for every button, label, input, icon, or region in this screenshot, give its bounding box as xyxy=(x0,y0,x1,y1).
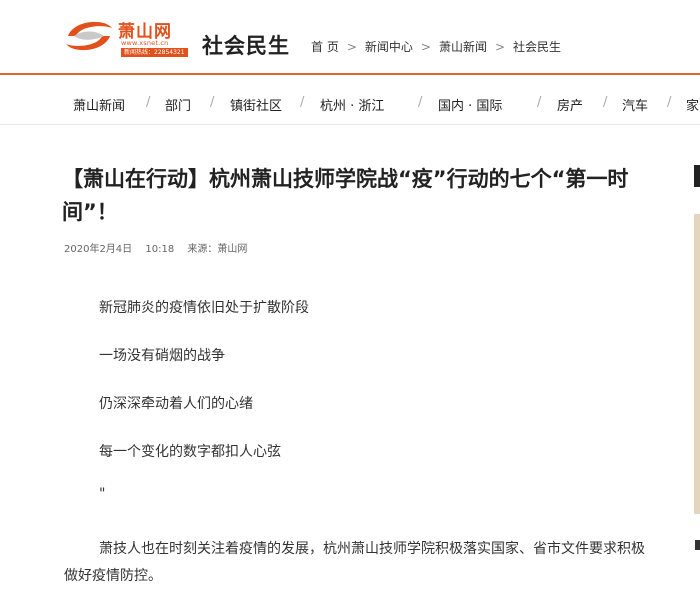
article-line: 一场没有硝烟的战争 xyxy=(99,348,225,364)
site-logo[interactable]: 萧山网 www.xsnet.cn 新闻热线：22854321 xyxy=(64,14,192,60)
nav-separator: / xyxy=(300,95,305,110)
nav-item-towns[interactable]: 镇街社区 xyxy=(230,95,282,114)
section-title: 社会民生 xyxy=(202,34,290,58)
article-line: " xyxy=(99,486,106,502)
site-header: 萧山网 www.xsnet.cn 新闻热线：22854321 社会民生 首 页 … xyxy=(0,0,700,75)
breadcrumb-current[interactable]: 社会民生 xyxy=(513,38,561,55)
sidebar-heading xyxy=(694,165,700,187)
chevron-right-icon: > xyxy=(346,39,357,54)
logo-phone: 新闻热线：22854321 xyxy=(121,48,188,57)
logo-swirl-icon xyxy=(66,21,112,51)
header-divider xyxy=(0,73,700,75)
nav-item-hangzhou-zhejiang[interactable]: 杭州 · 浙江 xyxy=(320,95,384,114)
nav-item-domestic-international[interactable]: 国内 · 国际 xyxy=(438,95,502,114)
article-line: 仍深深牵动着人们的心绪 xyxy=(99,396,253,412)
nav-item-home[interactable]: 家 xyxy=(686,95,699,114)
article-meta: 2020年2月4日 10:18 来源：萧山网 xyxy=(64,240,257,255)
article-source: 来源：萧山网 xyxy=(187,244,248,255)
breadcrumb-news-center[interactable]: 新闻中心 xyxy=(365,38,413,55)
sidebar-image[interactable] xyxy=(694,214,700,514)
nav-separator: / xyxy=(210,95,215,110)
article-line: 每一个变化的数字都扣人心弦 xyxy=(99,444,281,460)
chevron-right-icon: > xyxy=(420,39,431,54)
sidebar-text xyxy=(695,540,700,550)
breadcrumb: 首 页 > 新闻中心 > 萧山新闻 > 社会民生 xyxy=(311,38,561,55)
chevron-right-icon: > xyxy=(494,39,506,54)
nav-separator: / xyxy=(418,95,423,110)
nav-separator: / xyxy=(146,95,151,110)
nav-separator: / xyxy=(603,95,608,110)
nav-separator: / xyxy=(537,95,542,110)
article-line: 新冠肺炎的疫情依旧处于扩散阶段 xyxy=(99,300,309,316)
article-date: 2020年2月4日 xyxy=(64,244,133,255)
article-title: 【萧山在行动】杭州萧山技师学院战“疫”行动的七个“第一时间”！ xyxy=(62,167,629,224)
article-paragraph: 萧技人也在时刻关注着疫情的发展，杭州萧山技师学院积极落实国家、省市文件要求积极做… xyxy=(64,541,645,584)
nav-item-departments[interactable]: 部门 xyxy=(165,95,191,114)
main-nav: 萧山新闻 / 部门 / 镇街社区 / 杭州 · 浙江 / 国内 · 国际 / 房… xyxy=(0,78,700,125)
nav-item-auto[interactable]: 汽车 xyxy=(622,95,648,114)
nav-separator: / xyxy=(667,95,672,110)
nav-item-real-estate[interactable]: 房产 xyxy=(557,95,583,114)
breadcrumb-home[interactable]: 首 页 xyxy=(311,38,339,55)
nav-item-xiaoshan-news[interactable]: 萧山新闻 xyxy=(73,95,125,114)
logo-url: www.xsnet.cn xyxy=(121,39,169,47)
article-time: 10:18 xyxy=(145,244,175,255)
breadcrumb-xiaoshan-news[interactable]: 萧山新闻 xyxy=(439,38,487,55)
